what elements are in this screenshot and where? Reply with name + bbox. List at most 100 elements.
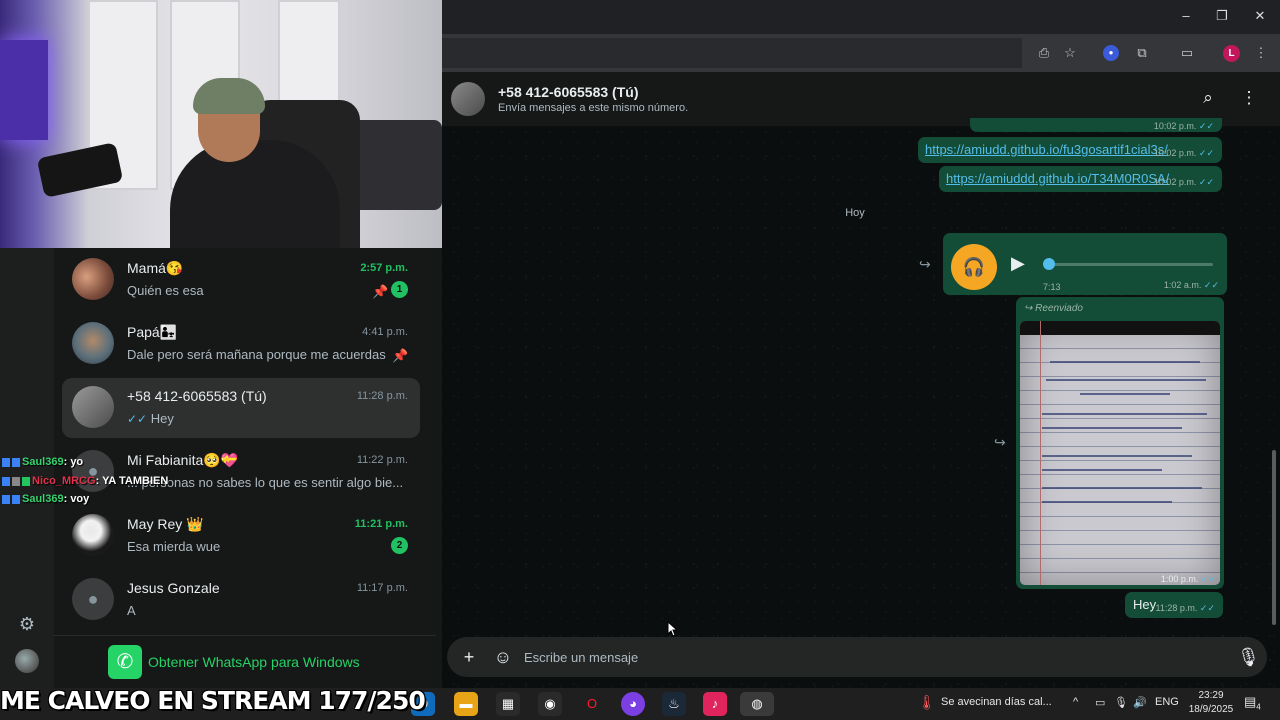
audio-message[interactable]: 🎧 ▶ 7:13 1:02 a.m. ✓✓ (943, 233, 1227, 295)
chat-preview: ... personas no sabes lo que es sentir a… (127, 475, 404, 490)
chat-user: Saul369 (22, 493, 64, 505)
badge-icon (2, 494, 10, 504)
message-link[interactable]: https://amiudd.github.io/fu3gosartif1cia… (925, 142, 1168, 157)
audio-track[interactable] (1047, 263, 1213, 266)
weather-thermometer-icon[interactable]: 🌡 (918, 694, 936, 711)
stream-chat-line: Saul369: yo (2, 456, 83, 468)
chat-time: 11:22 p.m. (356, 454, 408, 466)
stream-chat-line: Nico_MRCG: YA TAMBIEN (2, 475, 168, 487)
volume-icon[interactable]: 🔊 (1133, 696, 1147, 709)
chat-item-fabianita[interactable]: ● Mi Fabianita🥺💝 11:22 p.m. ... personas… (62, 442, 420, 502)
install-icon[interactable]: ⎙ (1035, 44, 1053, 62)
badge-icon (22, 476, 30, 486)
tiktok-icon[interactable]: ♪ (703, 692, 727, 716)
play-button[interactable]: ▶ (1011, 253, 1031, 273)
forward-icon[interactable]: ↪ (919, 256, 931, 273)
message-link[interactable]: https://amiuddd.github.io/T34M0R0SA/ (946, 171, 1169, 186)
file-explorer-icon[interactable]: ▬ (454, 692, 478, 716)
screen: – ❐ ✕ ⎙ ☆ ● ⧉ ▭ L ⋮ ⚙ Mamá😘 2:57 p.m. 📌 … (0, 0, 1280, 720)
search-icon[interactable]: ⌕ (1198, 88, 1218, 108)
audio-progress-knob[interactable] (1043, 258, 1055, 270)
message-bubble[interactable]: Hey 11:28 p.m. ✓✓ (1125, 592, 1223, 618)
read-ticks-icon: ✓✓ (1200, 574, 1216, 584)
profile-avatar[interactable]: L (1223, 45, 1240, 62)
message-input[interactable] (524, 648, 1224, 666)
chat-name: +58 412-6065583 (Tú) (127, 388, 267, 404)
time-text: 11:28 p.m. (1155, 603, 1198, 613)
chat-preview: Quién es esa (127, 283, 204, 298)
message-time: 10:02 p.m. ✓✓ (1154, 148, 1214, 159)
chat-time: 11:17 p.m. (356, 582, 408, 594)
chrome-icon[interactable]: ◍ (740, 692, 774, 716)
sticker-emoji-icon[interactable]: ☺ (492, 646, 514, 668)
opera-icon[interactable]: O (580, 692, 604, 716)
message-time: 10:02 p.m. ✓✓ (1154, 177, 1214, 188)
chat-user: Saul369 (22, 456, 64, 468)
chat-item-may-rey[interactable]: May Rey 👑 11:21 p.m. 2 Esa mierda wue (62, 506, 420, 566)
attach-plus-icon[interactable]: + (458, 646, 480, 668)
cast-icon[interactable]: ▭ (1178, 44, 1196, 62)
steam-icon[interactable]: ♨ (662, 692, 686, 716)
chat-time: 4:41 p.m. (362, 326, 408, 338)
default-avatar-icon: ● (87, 589, 99, 609)
star-icon[interactable]: ☆ (1061, 44, 1079, 62)
preview-text: Hey (150, 411, 174, 426)
obs-icon[interactable]: ◉ (538, 692, 562, 716)
chat-message: : yo (63, 456, 84, 468)
pin-icon: 📌 (392, 348, 409, 363)
chat-preview: A (127, 603, 136, 618)
chat-item-papa[interactable]: Papá👨‍👧 4:41 p.m. Dale pero será mañana … (62, 314, 420, 374)
contact-name[interactable]: +58 412-6065583 (Tú) (498, 84, 638, 100)
more-options-icon[interactable]: ⋮ (1239, 88, 1259, 108)
time-text: 1:00 p.m. (1160, 574, 1199, 584)
message-bubble[interactable]: https://amiuddd.github.io/T34M0R0SA/ 10:… (939, 166, 1222, 192)
discord-icon[interactable]: ◕ (621, 692, 645, 716)
message-bubble[interactable]: https://amiudd.github.io/fu3gosartif1cia… (918, 137, 1222, 163)
notifications-icon[interactable]: ▤4 (1244, 694, 1264, 712)
notebook-photo[interactable] (1020, 321, 1220, 585)
time-text: 1:02 a.m. (1163, 280, 1202, 290)
store-icon[interactable]: ▦ (496, 692, 520, 716)
unread-badge: 2 (391, 537, 408, 554)
menu-icon[interactable]: ⋮ (1252, 44, 1270, 62)
microphone-icon[interactable]: 🎙 (1237, 646, 1260, 668)
chat-item-jesus[interactable]: ● Jesus Gonzale 11:17 p.m. A (62, 570, 420, 630)
message-bubble[interactable]: 10:02 p.m. ✓✓ (970, 118, 1222, 132)
system-clock[interactable]: 23:29 18/9/2025 (1186, 689, 1236, 717)
puzzle-icon[interactable]: ⧉ (1133, 44, 1151, 62)
chat-item-self[interactable]: +58 412-6065583 (Tú) 11:28 p.m. ✓✓ Hey (62, 378, 420, 438)
extension-badge-icon[interactable]: ● (1103, 45, 1119, 61)
network-icon[interactable]: ▭ (1095, 696, 1105, 709)
chat-name: May Rey 👑 (127, 516, 204, 532)
get-whatsapp-link[interactable]: ✆ Obtener WhatsApp para Windows (108, 645, 360, 679)
my-avatar[interactable] (15, 649, 39, 673)
contact-avatar[interactable] (451, 82, 485, 116)
tray-chevron-icon[interactable]: ^ (1073, 696, 1078, 708)
settings-icon[interactable]: ⚙ (16, 613, 38, 635)
scrollbar[interactable] (1272, 450, 1276, 625)
read-ticks-icon: ✓✓ (1203, 280, 1219, 290)
language-indicator[interactable]: ENG (1155, 696, 1179, 708)
chat-item-mama[interactable]: Mamá😘 2:57 p.m. 📌 1 Quién es esa (62, 250, 420, 310)
monitor-shape (0, 40, 48, 140)
minimize-button[interactable]: – (1176, 6, 1196, 26)
image-message[interactable]: ↪ Reenviado 1:00 p.m. ✓✓ (1016, 297, 1224, 589)
forward-icon[interactable]: ↪ (994, 434, 1006, 451)
cap-shape (193, 78, 265, 114)
handwriting-stroke (1042, 469, 1162, 471)
badge-icon (2, 476, 10, 486)
chat-time: 2:57 p.m. (360, 262, 408, 274)
message-text: Hey (1133, 597, 1157, 612)
mic-tray-icon[interactable]: 🎙 (1114, 696, 1128, 709)
address-bar[interactable] (442, 38, 1022, 68)
close-window-button[interactable]: ✕ (1250, 6, 1270, 26)
stream-banner: ME CALVEO EN STREAM 177/250 (0, 686, 426, 715)
weather-text[interactable]: Se avecinan días cal... (941, 696, 1052, 708)
maximize-button[interactable]: ❐ (1212, 6, 1232, 26)
chat-time: 11:28 p.m. (356, 390, 408, 402)
notebook-margin (1040, 321, 1041, 585)
chat-message: : voy (63, 493, 90, 505)
headphones-icon: 🎧 (951, 244, 997, 290)
contact-subtitle: Envía mensajes a este mismo número. (498, 102, 689, 114)
avatar (72, 386, 114, 428)
